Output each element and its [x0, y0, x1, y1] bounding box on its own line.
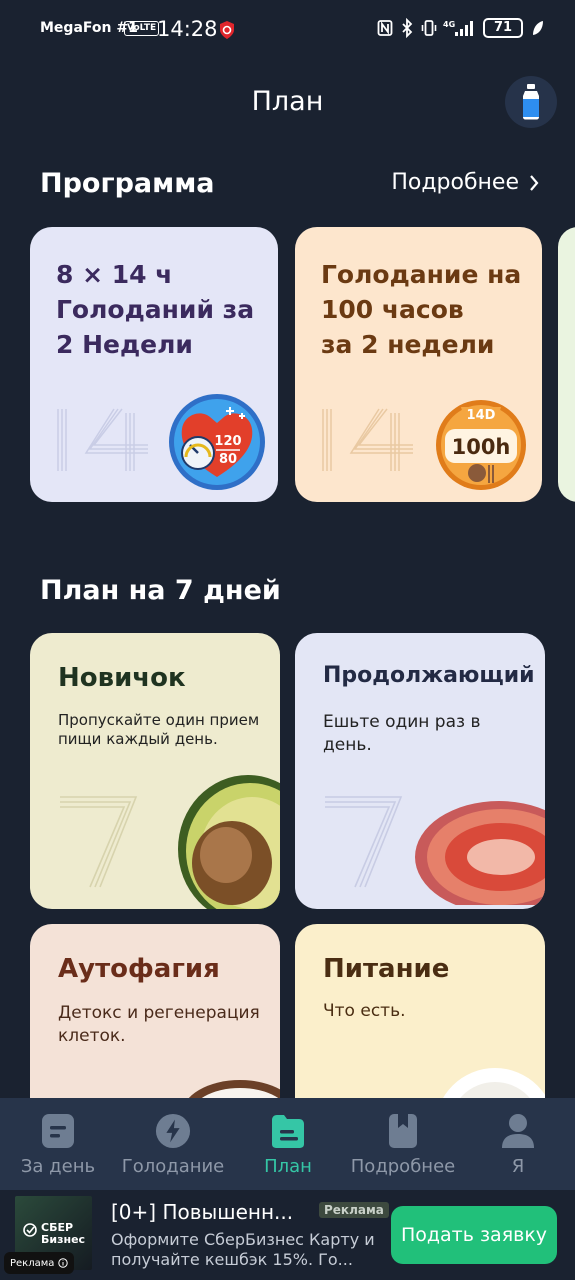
nav-label: Голодание [121, 1156, 225, 1177]
nav-tab-plan[interactable]: План [250, 1098, 326, 1190]
plan-folder-icon [272, 1115, 304, 1148]
nav-tab-daily[interactable]: За день [14, 1098, 102, 1190]
ad-banner[interactable]: СБЕР Бизнес [0+] Повышенн... Реклама Офо… [0, 1190, 575, 1280]
decorative-number-7 [60, 796, 138, 888]
plan-card-beginner[interactable]: Новичок Пропускайте один прием пищи кажд… [30, 633, 280, 909]
info-icon [58, 1258, 69, 1268]
profile-icon [502, 1114, 534, 1148]
page-title: План [251, 86, 324, 117]
blood-pressure-heart-icon: 120 80 [169, 394, 265, 490]
bluetooth-icon [402, 18, 413, 38]
plan-card-description: Пропускайте один прием пищи каждый день. [58, 711, 260, 748]
volte-badge: VoLTE [124, 21, 160, 36]
nav-label: План [264, 1156, 312, 1177]
svg-text:100h: 100h [452, 435, 511, 459]
leaf-icon [533, 21, 543, 35]
lightning-icon [155, 1113, 191, 1149]
plan-card-intermediate[interactable]: Продолжающий Ешьте один раз в день. [295, 633, 545, 909]
program-card-title: Голодание на 100 часов за 2 недели [321, 260, 522, 359]
svg-text:120: 120 [214, 434, 241, 449]
program-card-next[interactable] [558, 227, 575, 502]
svg-text:14D: 14D [467, 408, 496, 423]
program-card-title: 8 × 14 ч Голоданий за 2 Недели [56, 260, 255, 359]
bottom-navigation: За день Голодание План Подробнее Я [0, 1098, 575, 1190]
plans-section-title: План на 7 дней [40, 575, 281, 606]
ad-headline: [0+] Повышенн... [111, 1200, 294, 1224]
fig-image [415, 801, 545, 905]
ad-badge: Реклама [319, 1202, 389, 1218]
plan-card-description: Ешьте один раз в день. [323, 712, 481, 755]
shield-notification-icon [220, 21, 234, 39]
battery-level: 71 [483, 18, 523, 38]
status-bar: MegaFon #1 VoLTE 14:28 4G 71 [0, 0, 575, 60]
nav-label: Подробнее [350, 1156, 456, 1177]
program-more-link[interactable]: Подробнее [391, 170, 539, 195]
ad-cta-button[interactable]: Подать заявку [391, 1206, 557, 1264]
plan-card-name: Продолжающий [323, 663, 535, 688]
nfc-icon [377, 20, 393, 36]
plan-card-name: Аутофагия [58, 954, 220, 984]
100-hour-badge-icon: 14D 100h [436, 400, 526, 490]
ad-label-text: Реклама [10, 1257, 55, 1269]
ad-logo-text: СБЕР Бизнес [41, 1221, 86, 1246]
water-bottle-icon [523, 84, 539, 120]
nav-label: За день [20, 1156, 96, 1177]
nav-tab-fasting[interactable]: Голодание [120, 1098, 226, 1190]
program-card-14h[interactable]: 8 × 14 ч Голоданий за 2 Недели 120 80 [30, 227, 278, 502]
status-icons: 4G 71 [377, 18, 545, 38]
ad-body: Оформите СберБизнес Карту и получайте ке… [111, 1230, 375, 1269]
decorative-number-14 [322, 408, 413, 471]
program-more-label: Подробнее [391, 170, 519, 195]
nav-tab-profile[interactable]: Я [490, 1098, 546, 1190]
plan-card-name: Питание [323, 954, 450, 984]
avocado-image [178, 775, 280, 909]
decorative-number-14 [57, 408, 148, 471]
decorative-number-7 [325, 796, 403, 888]
plan-card-name: Новичок [58, 663, 186, 693]
svg-text:80: 80 [219, 452, 237, 467]
signal-icon: 4G [443, 20, 473, 36]
program-card-100h[interactable]: Голодание на 100 часов за 2 недели 14D 1… [295, 227, 542, 502]
water-tracker-button[interactable] [505, 76, 557, 128]
clock: 14:28 [157, 17, 218, 41]
daily-log-icon [42, 1114, 74, 1148]
svg-text:4G: 4G [443, 20, 455, 29]
chevron-right-icon [530, 174, 539, 191]
sber-logo-icon [23, 1223, 37, 1237]
nav-label: Я [511, 1156, 525, 1177]
plan-card-description: Детокс и регенерация клеток. [58, 1003, 260, 1046]
plan-card-description: Что есть. [323, 1001, 406, 1021]
bookmark-book-icon [389, 1114, 417, 1148]
program-section-title: Программа [40, 168, 215, 199]
ad-info-label[interactable]: Реклама [4, 1252, 75, 1274]
vibrate-icon [421, 20, 437, 36]
nav-tab-more[interactable]: Подробнее [348, 1098, 458, 1190]
